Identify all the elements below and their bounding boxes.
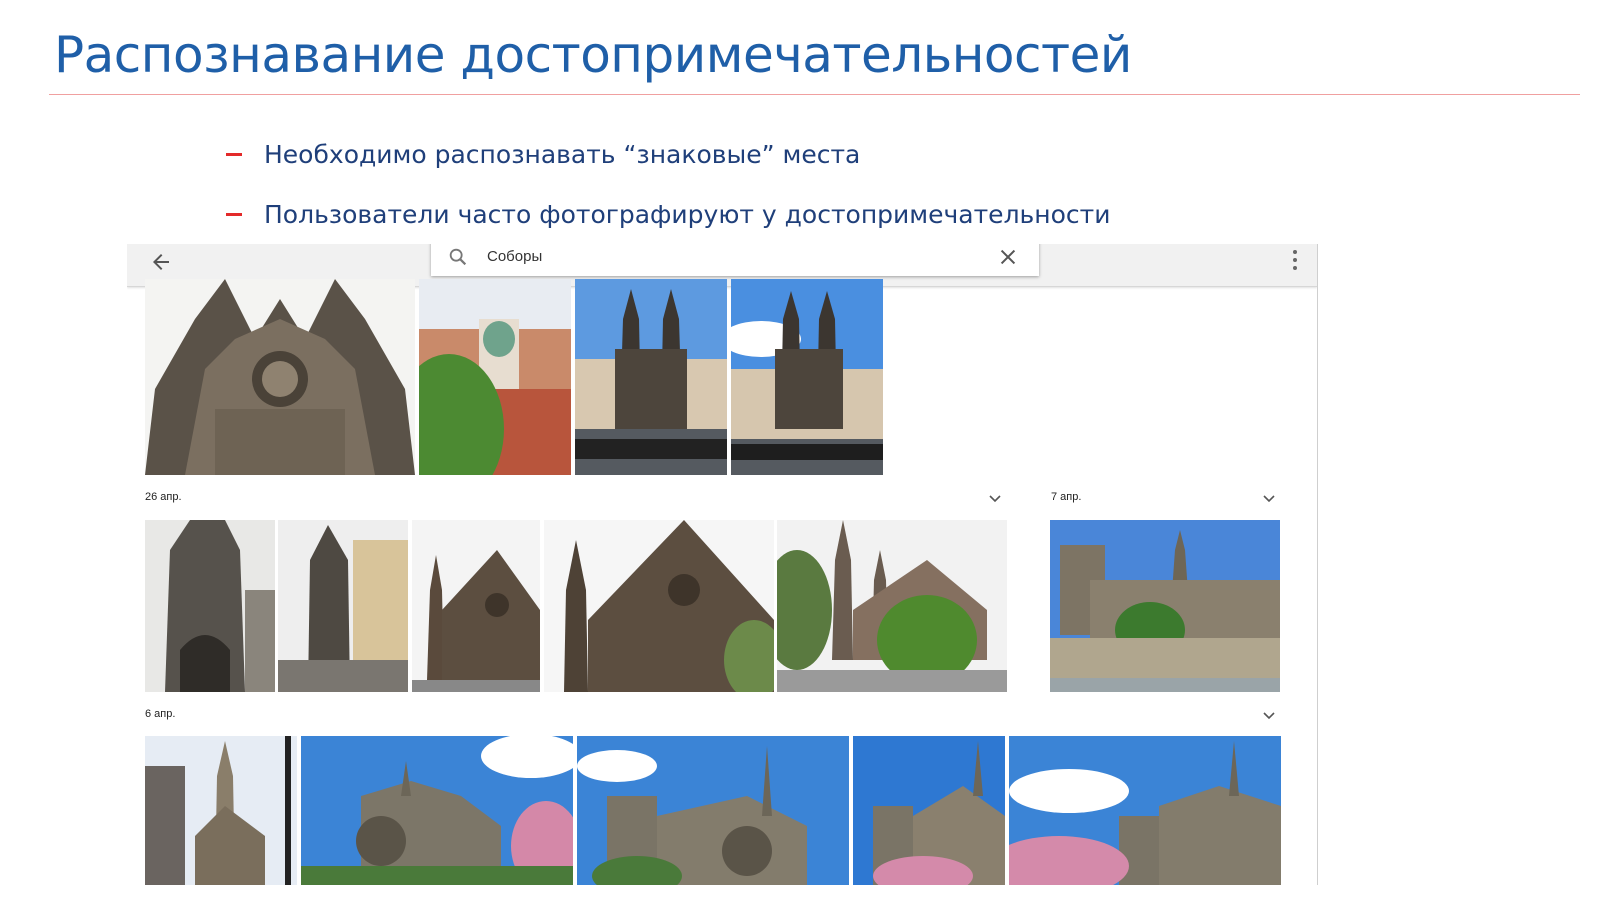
chevron-down-icon[interactable]: [988, 494, 1002, 504]
bullet-dash: [226, 152, 242, 156]
title-divider: [49, 94, 1580, 95]
photo-thumbnail[interactable]: [544, 520, 774, 692]
photo-thumbnail[interactable]: [301, 736, 573, 885]
photo-thumbnail[interactable]: [145, 279, 415, 475]
arrow-back-icon[interactable]: [149, 250, 173, 274]
photo-thumbnail[interactable]: [1009, 736, 1281, 885]
bullet-item: Необходимо распознавать “знаковые” места: [226, 140, 860, 169]
photo-thumbnail[interactable]: [575, 279, 727, 475]
photo-thumbnail[interactable]: [577, 736, 849, 885]
photos-app-screenshot: 26 апр. 7 апр.: [127, 244, 1318, 885]
photo-thumbnail[interactable]: [419, 279, 571, 475]
more-vert-icon[interactable]: [1291, 248, 1299, 272]
search-box[interactable]: [431, 244, 1039, 276]
bullet-dash: [226, 212, 242, 216]
search-icon: [449, 248, 467, 266]
photo-thumbnail[interactable]: [145, 736, 297, 885]
photo-thumbnail[interactable]: [853, 736, 1005, 885]
date-label: 7 апр.: [1051, 491, 1082, 503]
photo-thumbnail[interactable]: [1050, 520, 1280, 692]
bullet-item: Пользователи часто фотографируют у досто…: [226, 200, 1110, 229]
bullet-text: Пользователи часто фотографируют у досто…: [264, 200, 1111, 229]
slide-title: Распознавание достопримечательностей: [54, 26, 1132, 84]
search-input[interactable]: [485, 247, 889, 266]
photo-thumbnail[interactable]: [145, 520, 275, 692]
bullet-text: Необходимо распознавать “знаковые” места: [264, 140, 861, 169]
close-icon[interactable]: [997, 246, 1019, 268]
chevron-down-icon[interactable]: [1262, 711, 1276, 721]
photo-thumbnail[interactable]: [777, 520, 1007, 692]
date-label: 26 апр.: [145, 491, 182, 503]
chevron-down-icon[interactable]: [1262, 494, 1276, 504]
photo-thumbnail[interactable]: [412, 520, 540, 692]
date-label: 6 апр.: [145, 708, 176, 720]
photo-thumbnail[interactable]: [278, 520, 408, 692]
photo-thumbnail[interactable]: [731, 279, 883, 475]
